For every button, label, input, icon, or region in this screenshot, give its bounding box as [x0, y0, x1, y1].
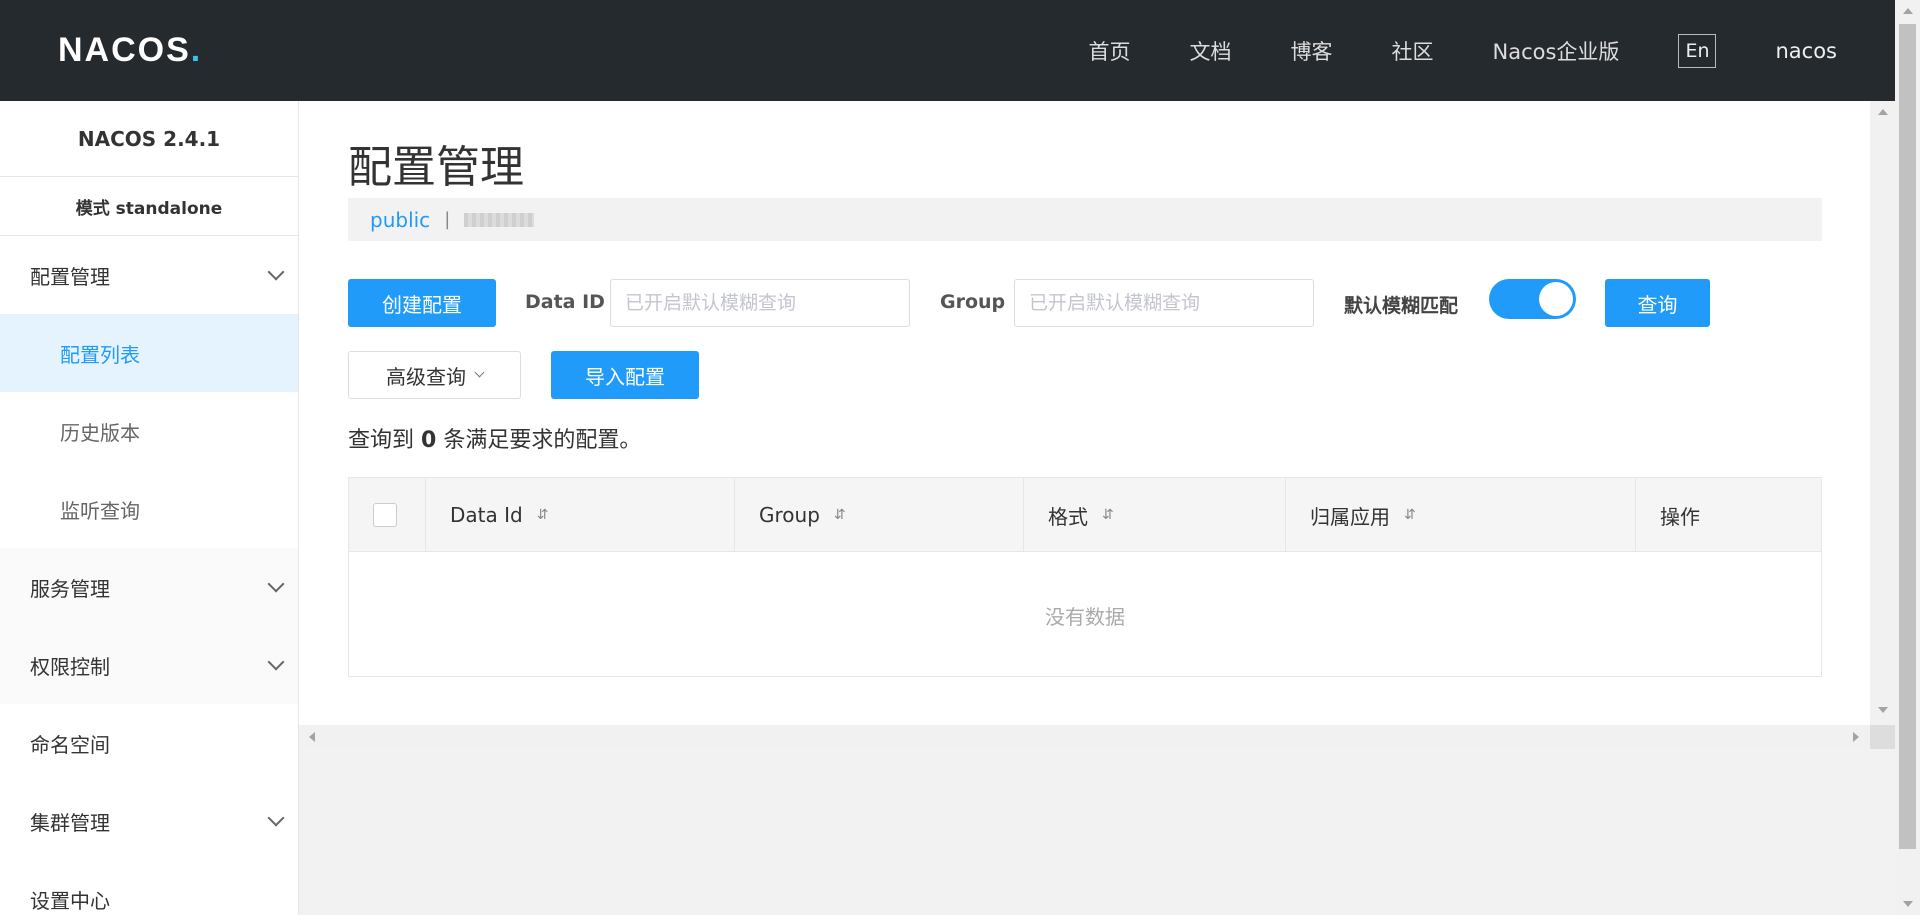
dataid-label: Data ID [525, 291, 605, 313]
sidebar-item-settings[interactable]: 设置中心 [0, 860, 298, 915]
scroll-up-icon[interactable] [1878, 109, 1888, 115]
advanced-query-label: 高级查询 [386, 364, 466, 389]
sidebar-group-service[interactable]: 服务管理 [0, 548, 298, 626]
chevron-down-icon [267, 653, 285, 671]
table-header: Data Id ⇵ Group ⇵ 格式 ⇵ 归属应用 ⇵ 操作 [349, 478, 1821, 552]
empty-state: 没有数据 [1045, 604, 1125, 629]
main-content: 配置管理 public | 创建配置 Data ID Group 默认模糊匹配 … [299, 101, 1870, 725]
column-app-label: 归属应用 [1310, 504, 1390, 529]
content-horizontal-scrollbar[interactable] [299, 725, 1870, 749]
column-group-label: Group [759, 503, 820, 527]
scroll-down-icon[interactable] [1903, 901, 1913, 907]
sidebar-group-auth-label: 权限控制 [30, 654, 110, 679]
page-title: 配置管理 [348, 142, 524, 193]
chevron-down-icon [267, 263, 285, 281]
top-nav: 首页 文档 博客 社区 Nacos企业版 En nacos [1030, 0, 1837, 101]
mode-label: 模式 standalone [0, 177, 298, 236]
sidebar: NACOS 2.4.1 模式 standalone 配置管理 配置列表 历史版本… [0, 101, 299, 915]
namespace-bar: public | [348, 198, 1822, 241]
nacos-logo[interactable]: NACOS. [58, 28, 202, 72]
page-vertical-scrollbar[interactable] [1895, 0, 1920, 915]
sort-icon[interactable]: ⇵ [537, 507, 549, 523]
result-suffix: 条满足要求的配置。 [443, 428, 642, 453]
scroll-left-icon[interactable] [309, 732, 315, 742]
chevron-down-icon [267, 809, 285, 827]
logo-dot: . [190, 30, 203, 69]
group-label: Group [940, 291, 1006, 313]
nav-docs[interactable]: 文档 [1190, 36, 1232, 66]
nav-enterprise[interactable]: Nacos企业版 [1493, 36, 1620, 66]
chevron-down-icon [474, 367, 485, 377]
content-vertical-scrollbar[interactable] [1870, 101, 1895, 749]
scrollbar-corner [1870, 725, 1895, 749]
select-all-checkbox[interactable] [373, 503, 397, 527]
result-prefix: 查询到 [348, 428, 415, 453]
column-operation-label: 操作 [1660, 504, 1700, 529]
sidebar-group-cluster-label: 集群管理 [30, 810, 110, 835]
blurred-namespace-id [464, 212, 535, 227]
sort-icon[interactable]: ⇵ [834, 507, 846, 523]
sidebar-item-namespace-label: 命名空间 [30, 732, 110, 757]
column-header-operation: 操作 [1635, 478, 1821, 552]
result-summary: 查询到 0 条满足要求的配置。 [348, 422, 641, 454]
sidebar-group-auth[interactable]: 权限控制 [0, 626, 298, 704]
query-button[interactable]: 查询 [1605, 279, 1710, 327]
top-navbar: NACOS. 首页 文档 博客 社区 Nacos企业版 En nacos [0, 0, 1895, 101]
version-label: NACOS 2.4.1 [0, 101, 298, 177]
create-config-button[interactable]: 创建配置 [348, 279, 496, 327]
sidebar-item-listen-query[interactable]: 监听查询 [0, 470, 298, 548]
column-header-group[interactable]: Group ⇵ [734, 478, 1023, 552]
sidebar-item-settings-label: 设置中心 [30, 888, 110, 913]
chevron-down-icon [267, 575, 285, 593]
column-format-label: 格式 [1048, 504, 1088, 529]
namespace-separator: | [444, 209, 451, 230]
import-config-button[interactable]: 导入配置 [551, 351, 699, 399]
result-count: 0 [421, 428, 437, 453]
group-search-input[interactable] [1014, 279, 1314, 327]
column-header-dataid[interactable]: Data Id ⇵ [425, 478, 734, 552]
config-table: Data Id ⇵ Group ⇵ 格式 ⇵ 归属应用 ⇵ 操作 没有数据 [348, 477, 1822, 677]
scroll-down-icon[interactable] [1878, 707, 1888, 713]
language-switch-button[interactable]: En [1678, 33, 1717, 68]
sidebar-group-service-label: 服务管理 [30, 576, 110, 601]
scrollbar-thumb[interactable] [1899, 24, 1916, 849]
column-header-app[interactable]: 归属应用 ⇵ [1285, 478, 1635, 552]
scroll-up-icon[interactable] [1903, 8, 1913, 14]
sidebar-group-config[interactable]: 配置管理 [0, 236, 298, 314]
namespace-public-link[interactable]: public [370, 208, 430, 232]
sidebar-item-history[interactable]: 历史版本 [0, 392, 298, 470]
nav-home[interactable]: 首页 [1089, 36, 1131, 66]
nav-community[interactable]: 社区 [1392, 36, 1434, 66]
dataid-search-input[interactable] [610, 279, 910, 327]
nav-blog[interactable]: 博客 [1291, 36, 1333, 66]
logo-text: NACOS [58, 30, 191, 69]
sidebar-item-namespace[interactable]: 命名空间 [0, 704, 298, 782]
toggle-knob [1539, 282, 1573, 316]
sidebar-group-config-label: 配置管理 [30, 264, 110, 289]
sidebar-item-config-list[interactable]: 配置列表 [0, 314, 298, 392]
select-all-cell [349, 478, 425, 552]
user-menu[interactable]: nacos [1775, 39, 1837, 63]
sidebar-group-cluster[interactable]: 集群管理 [0, 782, 298, 860]
column-header-format[interactable]: 格式 ⇵ [1023, 478, 1285, 552]
scroll-right-icon[interactable] [1853, 732, 1859, 742]
fuzzy-match-toggle[interactable] [1489, 279, 1576, 319]
column-dataid-label: Data Id [450, 503, 523, 527]
sort-icon[interactable]: ⇵ [1404, 507, 1416, 523]
advanced-query-button[interactable]: 高级查询 [348, 351, 521, 399]
fuzzy-match-label: 默认模糊匹配 [1344, 295, 1459, 317]
sort-icon[interactable]: ⇵ [1102, 507, 1114, 523]
empty-background [299, 749, 1895, 915]
